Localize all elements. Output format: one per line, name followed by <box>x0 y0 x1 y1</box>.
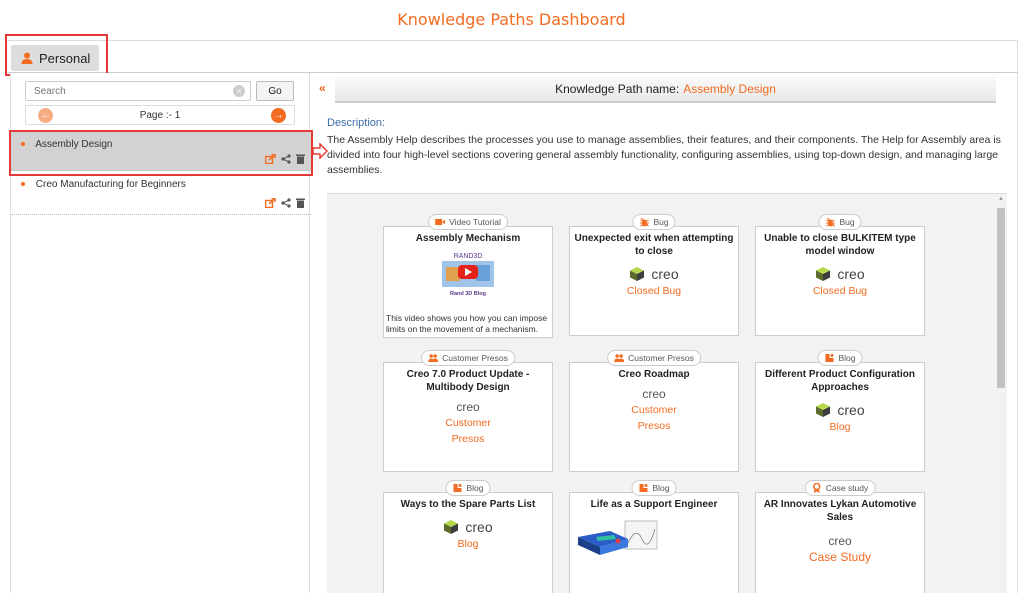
knowledge-path-detail: « Knowledge Path name: Assembly Design D… <box>311 73 1018 593</box>
resource-title: Different Product Configuration Approach… <box>765 369 915 393</box>
resource-card[interactable]: Case study AR Innovates Lykan Automotive… <box>755 480 925 593</box>
resource-title: Unable to close BULKITEM type model wind… <box>764 233 916 257</box>
resource-description: This video shows you how you can impose … <box>386 313 548 334</box>
resource-title: AR Innovates Lykan Automotive Sales <box>763 499 917 523</box>
resource-subtype: Closed Bug <box>626 285 682 297</box>
resource-title: Life as a Support Engineer <box>590 499 718 510</box>
creo-cube-icon <box>816 267 831 281</box>
resource-card[interactable]: Customer Presos Creo 7.0 Product Update … <box>383 350 553 472</box>
knowledge-path-header: Knowledge Path name: Assembly Design <box>335 77 996 103</box>
path-item-creo-manufacturing[interactable]: Creo Manufacturing for Beginners <box>11 171 311 215</box>
creo-logo: creo <box>756 266 924 282</box>
bug-icon <box>825 217 835 227</box>
resource-type-badge: Blog <box>445 480 491 496</box>
path-item-label: Creo Manufacturing for Beginners <box>35 179 186 190</box>
svg-text:Rand 3D Blog: Rand 3D Blog <box>450 291 486 297</box>
bullet-icon <box>21 182 25 187</box>
resource-type-badge: Customer Presos <box>607 350 701 366</box>
resource-grid: Video Tutorial Assembly Mechanism RAND3D… <box>327 193 1007 593</box>
resource-card[interactable]: Bug Unable to close BULKITEM type model … <box>755 214 925 336</box>
award-icon <box>812 483 821 493</box>
clear-search-icon[interactable]: × <box>233 85 245 97</box>
grid-scrollbar[interactable]: ▲ <box>995 194 1007 593</box>
creo-logo: creo <box>384 519 552 535</box>
resource-type-badge: Bug <box>818 214 862 230</box>
resource-subtype: Customer <box>631 404 677 416</box>
video-icon <box>435 219 446 225</box>
creo-logo: creo <box>642 387 666 401</box>
resource-card[interactable]: Bug Unexpected exit when attempting to c… <box>569 214 739 336</box>
highlight-box-path <box>9 130 313 176</box>
search-row: × Go <box>25 81 309 101</box>
search-input[interactable] <box>25 81 251 101</box>
resource-card[interactable]: Video Tutorial Assembly Mechanism RAND3D… <box>383 214 553 338</box>
creo-cube-icon <box>444 520 459 534</box>
creo-logo: creo <box>456 400 480 414</box>
delete-icon[interactable] <box>296 198 305 208</box>
resource-type-badge: Blog <box>631 480 677 496</box>
creo-logo: creo <box>570 266 738 282</box>
previous-page-icon[interactable]: ← <box>38 108 53 123</box>
share-icon[interactable] <box>281 198 291 208</box>
bug-icon <box>639 217 649 227</box>
resource-subtype: Case Study <box>808 550 872 564</box>
collapse-sidebar-icon[interactable]: « <box>319 81 326 95</box>
header-prefix: Knowledge Path name: <box>555 82 680 96</box>
page-indicator: Page :- 1 <box>139 109 181 121</box>
engineering-simulation-image <box>570 517 660 561</box>
go-button[interactable]: Go <box>256 81 294 101</box>
path-actions <box>265 198 305 208</box>
resource-type-badge: Customer Presos <box>421 350 515 366</box>
resource-type-badge: Case study <box>804 480 876 496</box>
resource-title: Unexpected exit when attempting to close <box>574 233 734 257</box>
resource-title: Assembly Mechanism <box>415 233 521 244</box>
resource-title: Creo Roadmap <box>618 369 690 380</box>
resource-subtype: Presos <box>637 420 671 432</box>
creo-cube-icon <box>816 403 831 417</box>
svg-text:RAND3D: RAND3D <box>454 253 483 260</box>
pager: ← Page :- 1 → <box>25 105 295 125</box>
resource-title: Creo 7.0 Product Update - Multibody Desi… <box>406 369 530 393</box>
resource-subtype: Blog <box>457 538 479 550</box>
resource-subtype: Closed Bug <box>812 285 868 297</box>
creo-logo: creo <box>828 534 852 548</box>
resource-type-badge: Blog <box>817 350 863 366</box>
resource-subtype: Customer <box>445 417 491 429</box>
blog-icon <box>453 484 462 492</box>
blog-icon <box>639 484 648 492</box>
description-label: Description: <box>327 117 386 129</box>
tabs-bar: Personal <box>5 40 1018 73</box>
resource-title: Ways to the Spare Parts List <box>400 499 536 510</box>
resource-card[interactable]: Blog Different Product Configuration App… <box>755 350 925 472</box>
people-icon <box>614 354 625 362</box>
resource-card[interactable]: Blog Life as a Support Engineer <box>569 480 739 593</box>
resource-subtype: Presos <box>451 433 485 445</box>
next-page-icon[interactable]: → <box>271 108 286 123</box>
resource-card[interactable]: Customer Presos Creo Roadmap creo Custom… <box>569 350 739 472</box>
creo-cube-icon <box>630 267 645 281</box>
scrollbar-thumb[interactable] <box>997 208 1005 388</box>
page-title: Knowledge Paths Dashboard <box>397 10 626 29</box>
video-thumbnail[interactable]: RAND3D Rand 3D Blog <box>424 249 512 301</box>
app-root: Knowledge Paths Dashboard Personal × Go … <box>0 0 1023 593</box>
open-external-icon[interactable] <box>265 198 276 208</box>
resource-type-badge: Video Tutorial <box>428 214 508 230</box>
people-icon <box>428 354 439 362</box>
scroll-up-icon[interactable]: ▲ <box>998 196 1004 202</box>
blog-icon <box>825 354 834 362</box>
header-path-name: Assembly Design <box>683 82 776 96</box>
description-text: The Assembly Help describes the processe… <box>327 134 1001 176</box>
resource-card[interactable]: Blog Ways to the Spare Parts List creo B… <box>383 480 553 593</box>
resource-subtype: Blog <box>829 421 851 433</box>
resource-type-badge: Bug <box>632 214 676 230</box>
creo-logo: creo <box>756 402 924 418</box>
highlight-box-tab <box>5 34 108 76</box>
